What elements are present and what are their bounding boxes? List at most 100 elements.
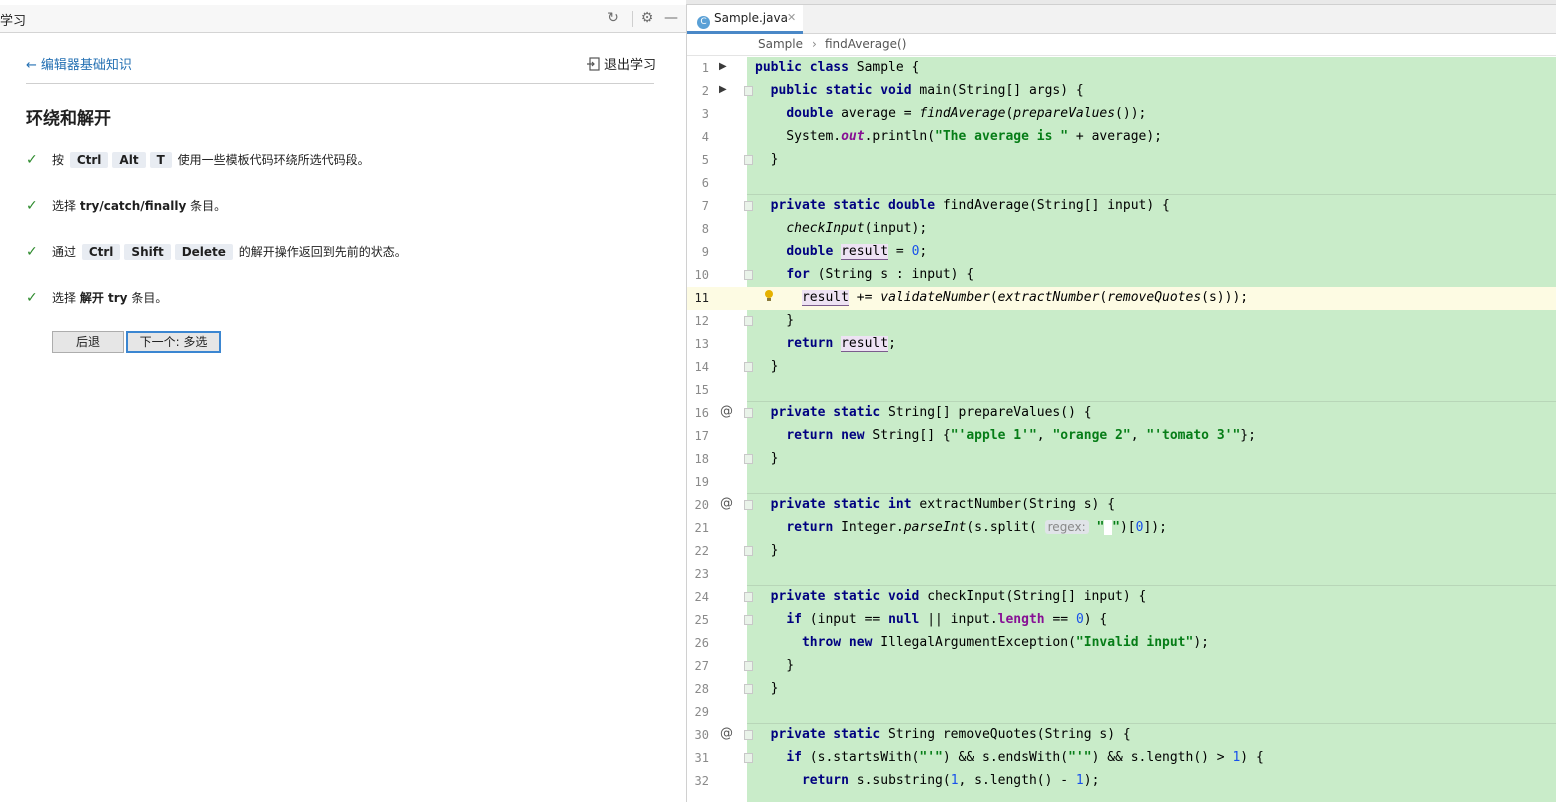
- fold-icon[interactable]: [744, 592, 753, 602]
- fold-icon[interactable]: [744, 661, 753, 671]
- line-number: 15: [694, 383, 709, 397]
- step-text: 条目。: [131, 291, 168, 305]
- restart-icon[interactable]: ↻: [604, 9, 622, 27]
- breadcrumb-method[interactable]: findAverage(): [825, 37, 906, 51]
- line-number: 24: [694, 590, 709, 604]
- back-to-module-link[interactable]: ← 编辑器基础知识: [26, 54, 132, 73]
- code-line: 31 if (s.startsWith("'") && s.endsWith("…: [687, 747, 1556, 770]
- fold-icon[interactable]: [744, 155, 753, 165]
- code-text: }: [755, 543, 779, 558]
- inlay-hint: regex:: [1044, 520, 1089, 534]
- code-text: public static void main(String[] args) {: [770, 83, 1084, 98]
- line-number: 1: [701, 61, 709, 75]
- code-line: 25 if (input == null || input.length == …: [687, 609, 1556, 632]
- fold-icon[interactable]: [744, 546, 753, 556]
- line-number: 9: [701, 245, 709, 259]
- at-sign-icon[interactable]: @: [720, 496, 733, 511]
- line-number: 19: [694, 475, 709, 489]
- code-line: 2 ▶ public static void main(String[] arg…: [687, 80, 1556, 103]
- code-text: }: [755, 451, 779, 466]
- breadcrumb-class[interactable]: Sample: [758, 37, 803, 51]
- code-line: 4 System.out.println("The average is " +…: [687, 126, 1556, 149]
- learn-panel-title: 学习: [0, 14, 27, 29]
- fold-icon[interactable]: [744, 454, 753, 464]
- code-text: private static int extractNumber(String …: [770, 497, 1116, 512]
- code-line: 10 for (String s : input) {: [687, 264, 1556, 287]
- code-text: double average = findAverage(prepareValu…: [786, 106, 1147, 121]
- line-number: 10: [694, 268, 709, 282]
- fold-icon[interactable]: [744, 753, 753, 763]
- code-line-current: 11 result += validateNumber(extractNumbe…: [687, 287, 1556, 310]
- code-line: 5 }: [687, 149, 1556, 172]
- back-link-label: 编辑器基础知识: [40, 58, 132, 73]
- line-number: 32: [694, 774, 709, 788]
- tab-sample-java[interactable]: C Sample.java ✕: [687, 5, 803, 34]
- fold-icon[interactable]: [744, 362, 753, 372]
- code-line: 19: [687, 471, 1556, 494]
- line-number: 25: [694, 613, 709, 627]
- code-text: }: [755, 152, 779, 167]
- at-sign-icon[interactable]: @: [720, 726, 733, 741]
- learn-panel: 学习 ↻ ⚙ — ← 编辑器基础知识 退出学习 环绕和解开 ✓ 按 Ctrl Alt T…: [0, 0, 686, 802]
- breadcrumb: Sample › findAverage(): [687, 34, 1556, 56]
- fold-icon[interactable]: [744, 270, 753, 280]
- line-number: 26: [694, 636, 709, 650]
- code-editor[interactable]: 1 ▶ public class Sample { 2 ▶ public sta…: [687, 57, 1556, 802]
- fold-icon[interactable]: [744, 500, 753, 510]
- code-line: 26 throw new IllegalArgumentException("I…: [687, 632, 1556, 655]
- line-number: 20: [694, 498, 709, 512]
- close-icon[interactable]: ✕: [787, 11, 796, 24]
- key-t: T: [149, 152, 172, 168]
- step-text: 条目。: [190, 199, 227, 213]
- arrow-left-icon: ←: [26, 58, 37, 73]
- run-icon[interactable]: ▶: [719, 84, 727, 95]
- key-delete: Delete: [174, 244, 233, 260]
- line-number: 13: [694, 337, 709, 351]
- minimize-icon[interactable]: —: [662, 9, 680, 27]
- divider: [26, 83, 654, 84]
- checkmark-icon: ✓: [26, 290, 38, 306]
- at-sign-icon[interactable]: @: [720, 404, 733, 419]
- code-line: 22 }: [687, 540, 1556, 563]
- code-line: 24 private static void checkInput(String…: [687, 586, 1556, 609]
- exit-link-label: 退出学习: [604, 58, 657, 73]
- code-text: throw new IllegalArgumentException("Inva…: [801, 635, 1209, 650]
- chevron-right-icon: ›: [812, 37, 817, 51]
- code-text: System.out.println("The average is " + a…: [755, 129, 1163, 144]
- code-text: }: [755, 359, 779, 374]
- fold-icon[interactable]: [744, 408, 753, 418]
- fold-icon[interactable]: [744, 730, 753, 740]
- checkmark-icon: ✓: [26, 244, 38, 260]
- line-number: 31: [694, 751, 709, 765]
- run-icon[interactable]: ▶: [719, 61, 727, 72]
- gear-icon[interactable]: ⚙: [638, 9, 656, 27]
- fold-icon[interactable]: [744, 316, 753, 326]
- code-text: }: [755, 313, 795, 328]
- line-number: 23: [694, 567, 709, 581]
- line-number: 5: [701, 153, 709, 167]
- fold-icon[interactable]: [744, 86, 753, 96]
- line-number: 28: [694, 682, 709, 696]
- exit-learning-link[interactable]: 退出学习: [586, 54, 656, 73]
- code-line: 16 @ private static String[] prepareValu…: [687, 402, 1556, 425]
- code-text: return s.substring(1, s.length() - 1);: [801, 773, 1100, 788]
- code-line: 28 }: [687, 678, 1556, 701]
- previous-button[interactable]: 后退: [52, 331, 124, 353]
- next-lesson-button[interactable]: 下一个: 多选: [126, 331, 221, 353]
- code-text: return Integer.parseInt(s.split( regex: …: [786, 520, 1167, 535]
- step-text: 通过: [52, 245, 77, 259]
- checkmark-icon: ✓: [26, 152, 38, 168]
- line-number: 27: [694, 659, 709, 673]
- lesson-step-1: ✓ 按 Ctrl Alt T 使用一些模板代码环绕所选代码段。: [26, 151, 370, 168]
- step-text: 选择: [52, 291, 77, 305]
- exit-icon: [587, 57, 600, 71]
- fold-icon[interactable]: [744, 684, 753, 694]
- code-line: 17 return new String[] {"'apple 1'", "or…: [687, 425, 1556, 448]
- code-text: private static String removeQuotes(Strin…: [770, 727, 1131, 742]
- code-text: return result;: [786, 336, 896, 352]
- line-number: 6: [701, 176, 709, 190]
- code-line: 8 checkInput(input);: [687, 218, 1556, 241]
- fold-icon[interactable]: [744, 201, 753, 211]
- code-line: 1 ▶ public class Sample {: [687, 57, 1556, 80]
- fold-icon[interactable]: [744, 615, 753, 625]
